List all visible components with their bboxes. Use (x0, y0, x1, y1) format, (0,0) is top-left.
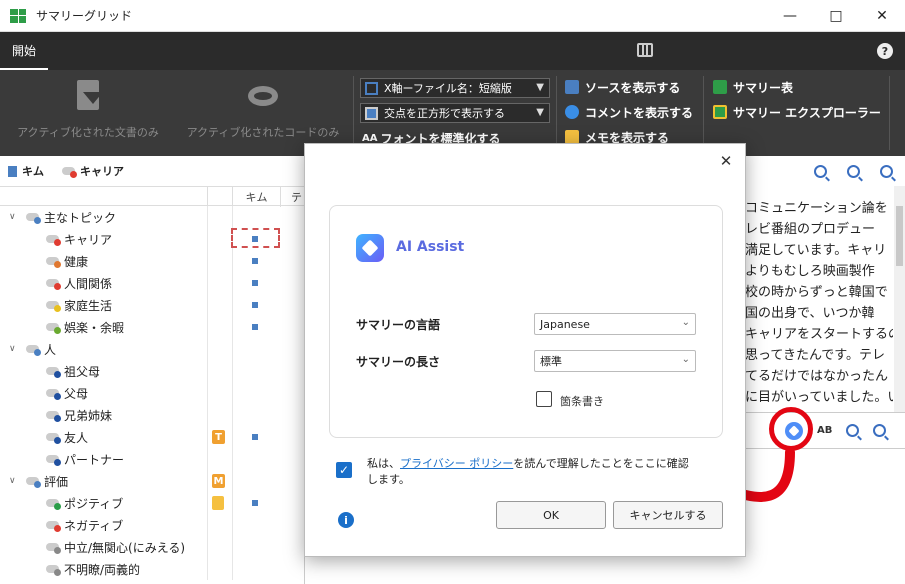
privacy-policy-link[interactable]: プライバシー ポリシー (400, 457, 513, 470)
privacy-checkbox[interactable]: ✓ (336, 462, 352, 478)
summary-language-value: Japanese (540, 317, 590, 331)
bullets-label: 箇条書き (560, 395, 604, 408)
close-icon[interactable]: ✕ (717, 152, 735, 170)
summary-length-value: 標準 (540, 355, 562, 368)
bullets-checkbox[interactable] (536, 391, 552, 407)
chevron-down-icon: ⌄ (681, 354, 690, 365)
ai-assist-card: AI Assist サマリーの言語 Japanese ⌄ サマリーの長さ 標準 … (329, 205, 723, 438)
chevron-down-icon: ⌄ (681, 317, 690, 328)
summary-length-label: サマリーの長さ (356, 355, 441, 369)
privacy-pre: 私は、 (367, 457, 400, 470)
privacy-statement: 私は、プライバシー ポリシーを読んで理解したことをここに確認します。 (367, 456, 697, 488)
ok-button[interactable]: OK (496, 501, 606, 529)
ai-assist-dialog: ✕ AI Assist サマリーの言語 Japanese ⌄ サマリーの長さ 標… (304, 143, 746, 557)
summary-language-select[interactable]: Japanese ⌄ (534, 313, 696, 335)
summary-language-label: サマリーの言語 (356, 318, 441, 332)
ai-assist-title: AI Assist (396, 239, 465, 255)
app-window: サマリーグリッド — □ ✕ 開始 ? アクティブ化された文書のみ アクティブ化… (0, 0, 905, 584)
info-icon[interactable]: i (338, 512, 354, 528)
summary-length-select[interactable]: 標準 ⌄ (534, 350, 696, 372)
ai-assist-logo-icon (356, 234, 384, 262)
cancel-button[interactable]: キャンセルする (613, 501, 723, 529)
